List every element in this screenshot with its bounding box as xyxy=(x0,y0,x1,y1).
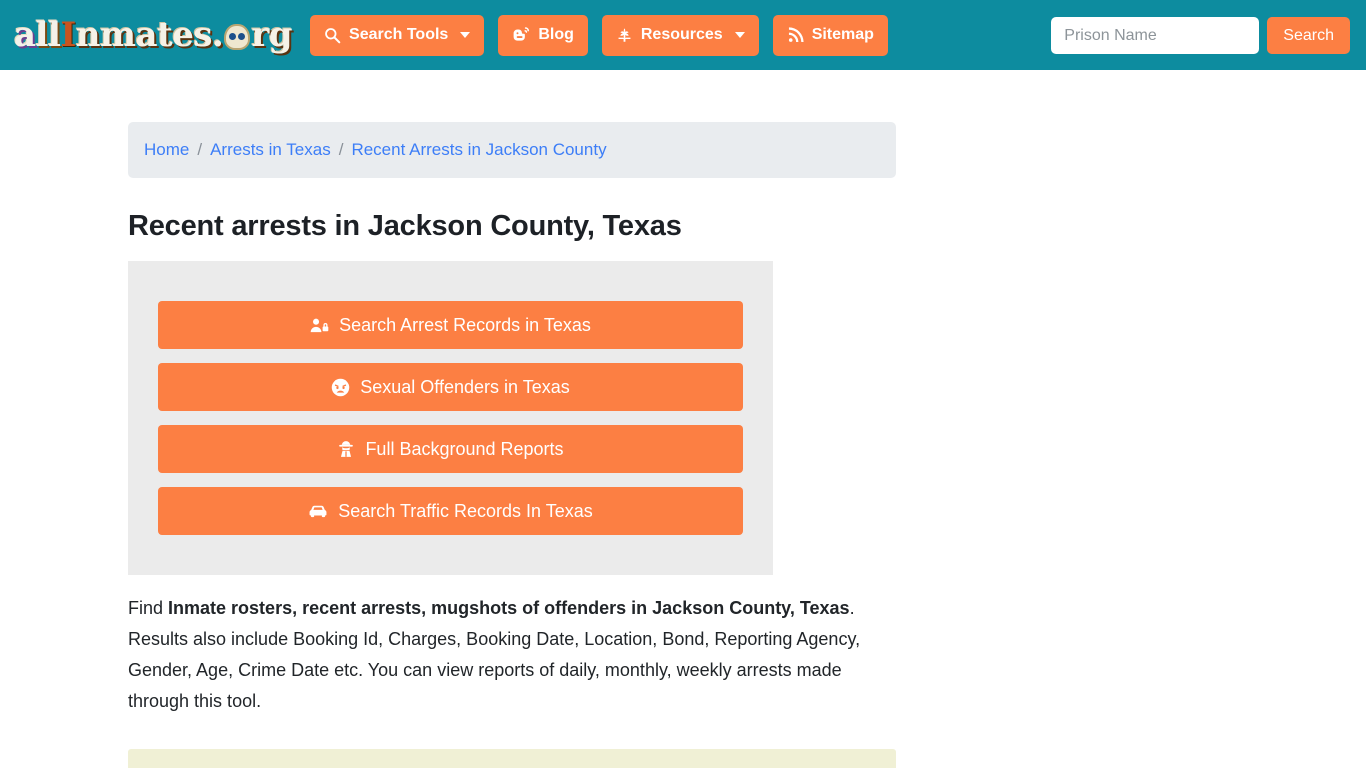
rss-icon xyxy=(787,26,804,44)
intro-lead: Find xyxy=(128,598,169,618)
nav-item-resources-label: Resources xyxy=(640,26,723,43)
site-logo[interactable]: allInmates. rg xyxy=(14,13,293,57)
nav-item-resources[interactable]: Resources xyxy=(601,14,759,56)
section-band: Search Arrest Records of Jackson County,… xyxy=(128,749,896,768)
user-lock-icon xyxy=(310,317,329,334)
chevron-down-icon xyxy=(460,32,471,38)
header-search: Search xyxy=(1051,17,1350,54)
logo-letter-ll: ll xyxy=(35,15,61,55)
leaf-icon xyxy=(616,27,633,44)
intro-paragraph: Find Inmate rosters, recent arrests, mug… xyxy=(128,593,884,717)
page-title: Recent arrests in Jackson County, Texas xyxy=(128,210,682,242)
main-navigation: Search Tools Blog Resources Sitemap xyxy=(310,14,888,56)
breadcrumb-separator: / xyxy=(338,140,344,159)
nav-item-blog-label: Blog xyxy=(538,26,574,43)
content-container: Home / Arrests in Texas / Recent Arrests… xyxy=(128,70,896,768)
breadcrumb-item-recent-arrests[interactable]: Recent Arrests in Jackson County xyxy=(351,140,606,160)
user-secret-icon xyxy=(337,440,355,458)
search-arrest-records-button-label: Search Arrest Records in Texas xyxy=(339,314,591,335)
logo-text-inmates: nmates. xyxy=(75,15,224,55)
sexual-offenders-button-label: Sexual Offenders in Texas xyxy=(360,376,570,397)
intro-bold: Inmate rosters, recent arrests, mugshots… xyxy=(168,598,850,618)
nav-item-sitemap-label: Sitemap xyxy=(811,26,874,43)
full-background-reports-button-label: Full Background Reports xyxy=(365,438,564,459)
page-body: Home / Arrests in Texas / Recent Arrests… xyxy=(0,70,1366,768)
search-icon xyxy=(324,27,341,44)
sexual-offenders-button[interactable]: Sexual Offenders in Texas xyxy=(158,363,743,411)
nav-item-blog[interactable]: Blog xyxy=(498,14,588,56)
chevron-down-icon xyxy=(734,32,745,38)
nav-item-search-tools[interactable]: Search Tools xyxy=(310,14,485,56)
logo-text-org: rg xyxy=(251,15,293,55)
breadcrumb-item-arrests-in-texas[interactable]: Arrests in Texas xyxy=(210,140,331,160)
blogger-icon xyxy=(512,26,530,44)
skull-icon xyxy=(224,24,251,50)
car-icon xyxy=(308,503,328,519)
cta-panel: Search Arrest Records in Texas Sexual Of… xyxy=(128,261,773,575)
full-background-reports-button[interactable]: Full Background Reports xyxy=(158,425,743,473)
site-header: allInmates. rg Search Tools Blog Resource… xyxy=(0,0,1366,70)
logo-wordmark: allInmates. rg xyxy=(14,15,293,55)
logo-letter-i: I xyxy=(60,15,76,55)
search-traffic-records-button-label: Search Traffic Records In Texas xyxy=(338,500,593,521)
breadcrumb-separator: / xyxy=(197,140,203,159)
search-arrest-records-button[interactable]: Search Arrest Records in Texas xyxy=(158,301,743,349)
logo-letter-a: a xyxy=(14,15,36,55)
search-traffic-records-button[interactable]: Search Traffic Records In Texas xyxy=(158,487,743,535)
nav-item-search-tools-label: Search Tools xyxy=(349,26,449,43)
breadcrumb-item-home[interactable]: Home xyxy=(144,140,189,160)
breadcrumb: Home / Arrests in Texas / Recent Arrests… xyxy=(128,122,896,178)
search-input[interactable] xyxy=(1051,17,1260,54)
angry-face-icon xyxy=(331,378,350,397)
search-button[interactable]: Search xyxy=(1267,17,1350,54)
nav-item-sitemap[interactable]: Sitemap xyxy=(772,14,888,56)
